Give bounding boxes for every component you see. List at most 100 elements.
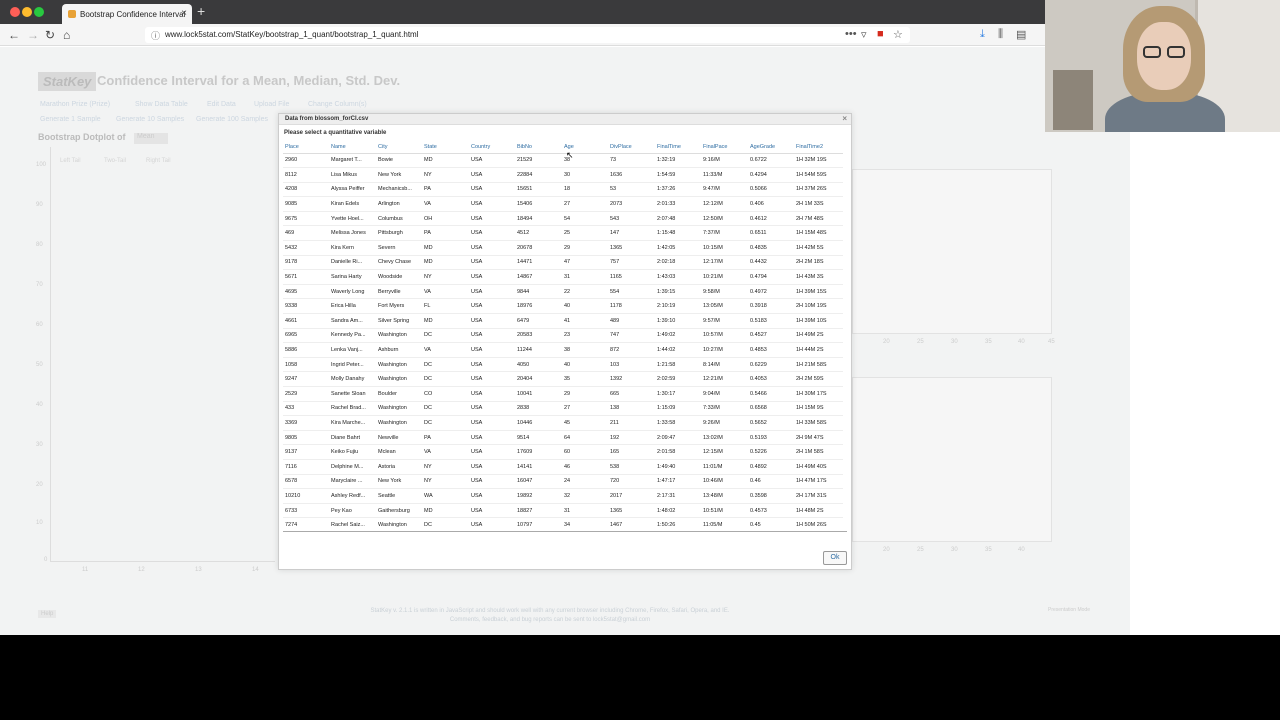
table-cell: 12:50/M (701, 211, 748, 227)
modal-close-icon[interactable]: × (842, 114, 847, 123)
table-row: 5886 Lenka Vanj... Ashburn VA USA 11244 38 872 1… (283, 342, 843, 358)
table-cell: 0.5066 (748, 182, 794, 198)
table-cell: 0.4892 (748, 459, 794, 475)
table-cell: 1H 39M 15S (794, 284, 843, 300)
url-bar[interactable]: ⓘ www.lock5stat.com/StatKey/bootstrap_1_… (145, 27, 910, 43)
library-icon[interactable]: ⫼ (998, 28, 1003, 41)
table-cell: 5671 (283, 269, 329, 285)
column-header-name[interactable]: Name (329, 142, 376, 154)
table-cell: 0.6568 (748, 401, 794, 417)
statistic-select[interactable]: Mean (134, 133, 168, 144)
table-cell: Astoria (376, 459, 422, 475)
table-cell: 2H 2M 59S (794, 371, 843, 387)
minimize-window-icon[interactable] (22, 7, 32, 17)
sidebar-icon[interactable]: ▤ (1016, 28, 1026, 41)
webcam-overlay (1045, 0, 1280, 132)
column-header-finalpace[interactable]: FinalPace (701, 142, 748, 154)
info-icon[interactable]: ⓘ (151, 29, 160, 42)
tab-close-icon[interactable]: × (181, 8, 187, 19)
table-cell: 21529 (515, 153, 562, 169)
table-cell: USA (469, 386, 515, 402)
generate-100-samples-button[interactable]: Generate 100 Samples (196, 116, 268, 123)
table-cell: USA (469, 284, 515, 300)
more-icon[interactable]: ••• (845, 28, 857, 40)
table-cell: Kiran Edels (329, 196, 376, 212)
maximize-window-icon[interactable] (34, 7, 44, 17)
table-row: 9338 Erica Hilla Fort Myers FL USA 18976 40 117… (283, 298, 843, 315)
y-tick: 80 (36, 242, 43, 248)
show-data-table-button[interactable]: Show Data Table (135, 101, 188, 108)
table-cell: DC (422, 415, 469, 431)
table-cell: 15651 (515, 182, 562, 198)
change-columns-button[interactable]: Change Column(s) (308, 101, 367, 108)
column-header-state[interactable]: State (422, 142, 469, 154)
table-cell: 10:46/M (701, 474, 748, 490)
table-cell: 11:05/M (701, 517, 748, 531)
table-cell: 0.4853 (748, 342, 794, 358)
help-button[interactable]: Help (38, 610, 57, 618)
column-header-place[interactable]: Place (283, 142, 329, 154)
table-cell: Chevy Chase (376, 255, 422, 271)
close-window-icon[interactable] (10, 7, 20, 17)
webcam-shelf (1053, 70, 1093, 130)
table-cell: 1:32:19 (655, 153, 701, 169)
table-cell: USA (469, 430, 515, 446)
x-tick: 14 (252, 567, 259, 573)
column-header-finaltime2[interactable]: FinalTime2 (794, 142, 843, 154)
table-cell: VA (422, 444, 469, 460)
pocket-icon[interactable]: ▿ (861, 28, 867, 41)
column-header-city[interactable]: City (376, 142, 422, 154)
column-header-agegrade[interactable]: AgeGrade (748, 142, 794, 154)
back-arrow-icon[interactable]: ← (8, 28, 20, 42)
browser-tab[interactable]: Bootstrap Confidence Interval × (62, 4, 192, 24)
column-header-bibno[interactable]: BibNo (515, 142, 562, 154)
dataset-menu[interactable]: Marathon Prize (Prize) (40, 101, 110, 108)
table-cell: 7116 (283, 459, 329, 475)
data-table-scroll[interactable]: Place Name City State Country BibNo Age DivPlac… (283, 142, 847, 532)
table-cell: DC (422, 328, 469, 344)
table-cell: 3369 (283, 415, 329, 431)
presentation-mode-toggle[interactable]: Presentation Mode (1048, 607, 1090, 613)
table-cell: 192 (608, 430, 655, 446)
table-cell: Pittsburgh (376, 225, 422, 242)
table-row: 9137 Keiko Fujiu Mclean VA USA 17609 60 165 2:01… (283, 444, 843, 460)
ok-button[interactable]: Ok (823, 551, 847, 565)
reload-icon[interactable]: ↻ (45, 28, 55, 42)
table-cell: 25 (562, 225, 608, 242)
generate-1-sample-button[interactable]: Generate 1 Sample (40, 116, 101, 123)
table-cell: 1H 39M 10S (794, 313, 843, 329)
side-x-tick: 35 (985, 547, 992, 553)
y-tick: 20 (36, 482, 43, 488)
table-cell: PA (422, 225, 469, 242)
column-header-country[interactable]: Country (469, 142, 515, 154)
column-header-finaltime[interactable]: FinalTime (655, 142, 701, 154)
upload-file-button[interactable]: Upload File (254, 101, 289, 108)
url-text: www.lock5stat.com/StatKey/bootstrap_1_qu… (165, 30, 419, 39)
star-icon[interactable]: ☆ (893, 28, 903, 41)
generate-10-samples-button[interactable]: Generate 10 Samples (116, 116, 184, 123)
table-cell: Kira Marche... (329, 415, 376, 431)
statkey-logo[interactable]: StatKey (38, 72, 97, 91)
table-cell: 5886 (283, 342, 329, 358)
table-cell: 2073 (608, 196, 655, 212)
table-cell: 2:01:33 (655, 196, 701, 212)
edit-data-button[interactable]: Edit Data (207, 101, 236, 108)
home-icon[interactable]: ⌂ (63, 28, 70, 42)
forward-arrow-icon[interactable]: → (27, 28, 39, 42)
table-cell: Bowie (376, 153, 422, 169)
table-cell: 0.6229 (748, 357, 794, 373)
download-icon[interactable]: ⤓ (980, 28, 985, 41)
table-cell: 538 (608, 459, 655, 475)
flag-icon[interactable]: ■ (877, 28, 884, 40)
table-row: 9178 Danielle Ri... Chevy Chase MD USA 14471 4… (283, 255, 843, 271)
table-row: 6578 Maryclaire ... New York NY USA 16047 24 72… (283, 474, 843, 490)
y-tick: 0 (44, 557, 48, 563)
table-cell: 47 (562, 255, 608, 271)
tab-title: Bootstrap Confidence Interval (80, 9, 186, 19)
table-cell: Margaret T... (329, 153, 376, 169)
table-cell: 8:14/M (701, 357, 748, 373)
table-cell: 45 (562, 415, 608, 431)
table-cell: 0.4432 (748, 255, 794, 271)
column-header-divplace[interactable]: DivPlace (608, 142, 655, 154)
new-tab-button[interactable]: + (197, 3, 205, 19)
